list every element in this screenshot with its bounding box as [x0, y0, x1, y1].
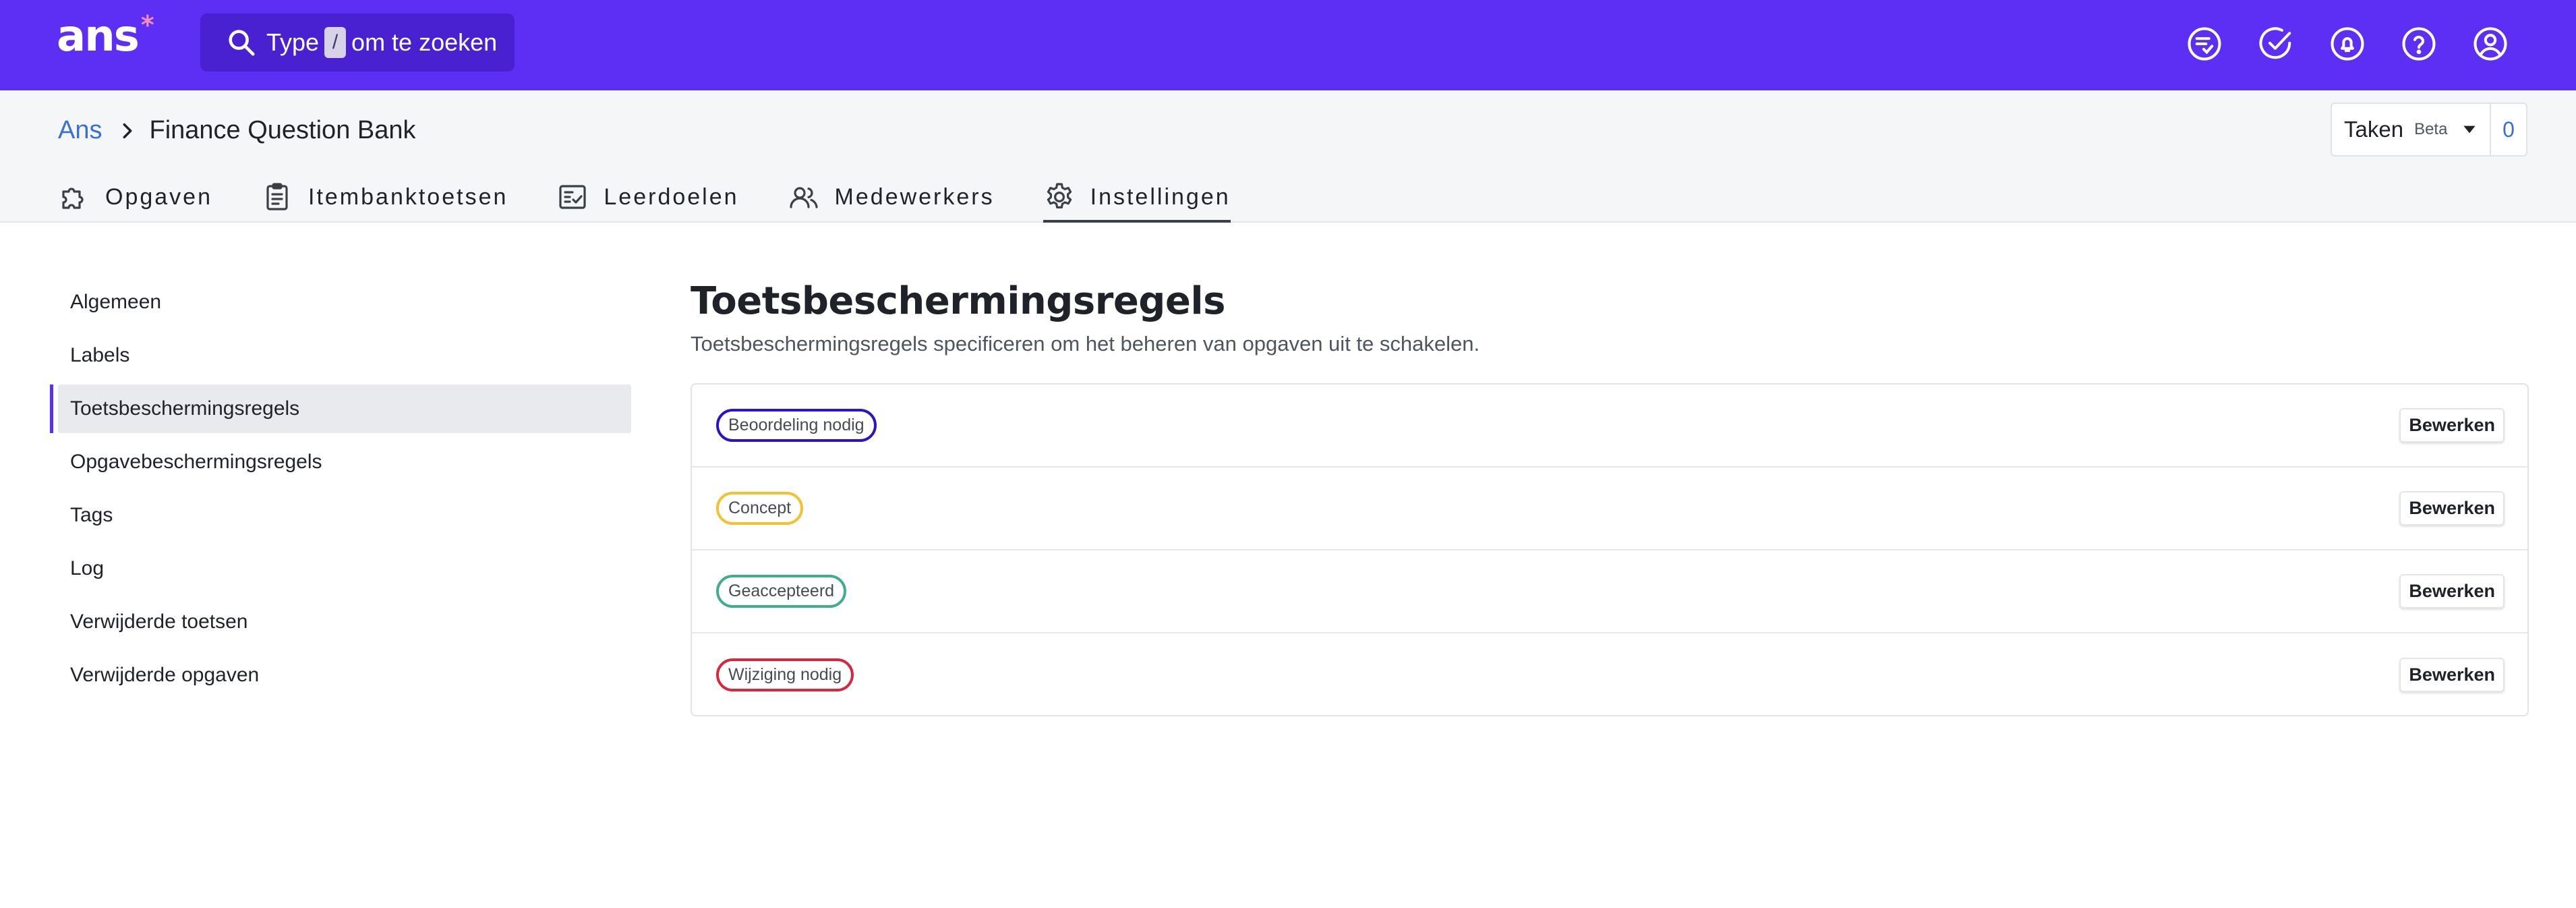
breadcrumb-root-link[interactable]: Ans — [58, 116, 102, 145]
breadcrumb: Ans Finance Question Bank — [58, 116, 416, 145]
gear-icon — [1047, 183, 1072, 208]
search-prefix: Type — [266, 28, 320, 56]
status-badge: Geaccepteerd — [716, 575, 847, 608]
status-badge: Wijziging nodig — [716, 658, 854, 691]
rules-list: Beoordeling nodig Bewerken Concept Bewer… — [691, 383, 2529, 716]
tab-bar: Opgaven Itembanktoetsen Leerdoelen Medew… — [58, 173, 1279, 223]
checklist-icon — [559, 185, 586, 209]
tab-medewerkers[interactable]: Medewerkers — [788, 173, 995, 221]
tasks-count[interactable]: 0 — [2491, 117, 2526, 142]
tasks-dropdown[interactable]: Taken Beta — [2332, 104, 2491, 155]
tab-label: Leerdoelen — [604, 183, 739, 210]
tab-leerdoelen[interactable]: Leerdoelen — [556, 173, 738, 221]
settings-sidebar: Algemeen Labels Toetsbeschermingsregels … — [50, 278, 631, 704]
sidebar-item-tags[interactable]: Tags — [50, 491, 631, 540]
page-description: Toetsbeschermingsregels specificeren om … — [691, 332, 1480, 356]
user-account-icon[interactable] — [2472, 26, 2509, 62]
sidebar-item-labels[interactable]: Labels — [50, 331, 631, 380]
tasks-widget: Taken Beta 0 — [2331, 103, 2527, 157]
search-suffix: om te zoeken — [351, 28, 498, 56]
tab-label: Opgaven — [105, 183, 212, 210]
users-icon — [789, 187, 818, 208]
help-icon[interactable] — [2401, 26, 2437, 62]
rule-row: Beoordeling nodig Bewerken — [692, 385, 2527, 467]
search-bar[interactable]: Type / om te zoeken — [200, 13, 515, 72]
sidebar-item-verwijderde-toetsen[interactable]: Verwijderde toetsen — [50, 598, 631, 646]
ans-logo[interactable]: ans * — [57, 12, 154, 58]
top-icon-group — [2186, 26, 2509, 62]
edit-button[interactable]: Bewerken — [2399, 658, 2505, 692]
tasks-beta-badge: Beta — [2414, 120, 2448, 138]
tab-label: Medewerkers — [834, 183, 995, 210]
sidebar-item-opgavebeschermingsregels[interactable]: Opgavebeschermingsregels — [50, 438, 631, 486]
sidebar-item-log[interactable]: Log — [50, 544, 631, 593]
check-circle-icon[interactable] — [2258, 26, 2294, 62]
top-bar: ans * Type / om te zoeken — [0, 0, 2576, 90]
rule-row: Wijziging nodig Bewerken — [692, 633, 2527, 716]
rule-row: Concept Bewerken — [692, 467, 2527, 550]
rule-row: Geaccepteerd Bewerken — [692, 550, 2527, 633]
breadcrumb-current: Finance Question Bank — [149, 116, 416, 144]
sidebar-item-toetsbeschermingsregels[interactable]: Toetsbeschermingsregels — [50, 385, 631, 433]
status-badge: Beoordeling nodig — [716, 409, 877, 442]
caret-down-icon — [2463, 125, 2476, 134]
logo-text: ans — [57, 11, 140, 61]
logo-asterisk: * — [140, 10, 154, 40]
search-placeholder: Type / om te zoeken — [266, 27, 497, 58]
chevron-right-icon — [123, 123, 132, 138]
tasks-label: Taken — [2344, 117, 2404, 142]
edit-button[interactable]: Bewerken — [2399, 491, 2505, 526]
sub-header: Ans Finance Question Bank Taken Beta 0 O… — [0, 90, 2576, 223]
puzzle-icon — [62, 188, 84, 209]
bell-icon[interactable] — [2329, 26, 2366, 62]
tab-instellingen[interactable]: Instellingen — [1043, 173, 1231, 223]
tab-label: Instellingen — [1090, 183, 1231, 210]
review-list-icon[interactable] — [2186, 26, 2223, 62]
search-icon — [229, 30, 255, 56]
search-shortcut-key: / — [324, 27, 347, 58]
sidebar-item-algemeen[interactable]: Algemeen — [50, 278, 631, 327]
edit-button[interactable]: Bewerken — [2399, 408, 2505, 443]
clipboard-icon — [266, 183, 288, 210]
status-badge: Concept — [716, 492, 804, 525]
page-title: Toetsbeschermingsregels — [691, 279, 1225, 323]
sidebar-item-verwijderde-opgaven[interactable]: Verwijderde opgaven — [50, 651, 631, 700]
tab-label: Itembanktoetsen — [308, 183, 508, 210]
edit-button[interactable]: Bewerken — [2399, 574, 2505, 608]
tab-itembanktoetsen[interactable]: Itembanktoetsen — [261, 173, 508, 221]
tab-opgaven[interactable]: Opgaven — [58, 173, 212, 221]
